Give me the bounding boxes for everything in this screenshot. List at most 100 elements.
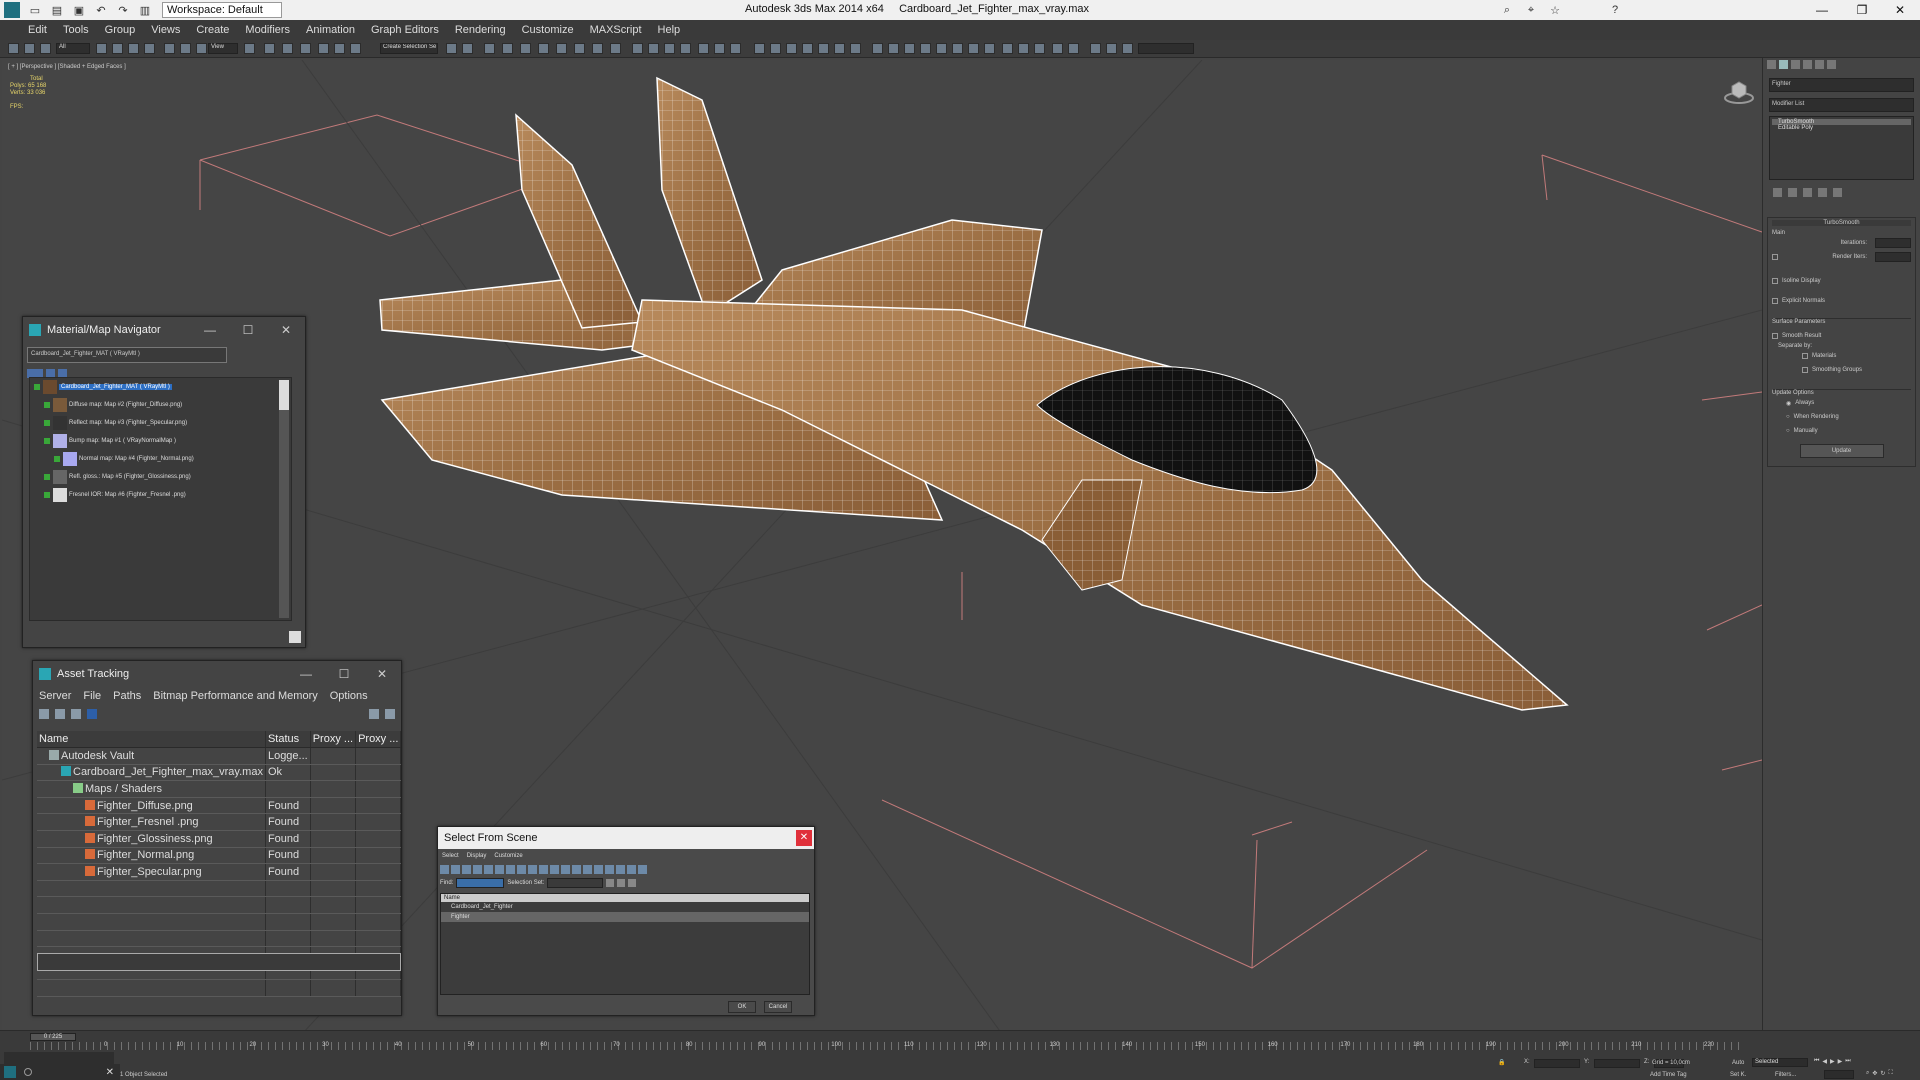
- named-selection-dropdown[interactable]: Create Selection Se: [380, 43, 438, 54]
- torus-primitive-icon[interactable]: [802, 43, 813, 54]
- align-icon[interactable]: [462, 43, 473, 54]
- iterations-spinner[interactable]: [1875, 238, 1911, 248]
- hierarchy-tab-icon[interactable]: [1791, 60, 1800, 69]
- filter-hidden-icon[interactable]: [561, 865, 570, 874]
- explicit-normals-checkbox[interactable]: [1772, 298, 1778, 304]
- bind-space-warp-icon[interactable]: [40, 43, 51, 54]
- table-row[interactable]: Fighter_Fresnel .png Found: [37, 813, 402, 832]
- menu-tools[interactable]: Tools: [55, 24, 97, 36]
- previous-frame-icon[interactable]: ◀: [1822, 1058, 1827, 1065]
- vray-toolbar-icon-4[interactable]: [680, 43, 691, 54]
- menu-options[interactable]: Options: [324, 690, 374, 702]
- list-item[interactable]: Fighter: [441, 912, 809, 922]
- app-icon[interactable]: [4, 2, 20, 18]
- menu-maxscript[interactable]: MAXScript: [582, 24, 650, 36]
- cylinder-primitive-icon[interactable]: [786, 43, 797, 54]
- table-row[interactable]: Fighter_Normal.png Found: [37, 847, 402, 865]
- column-proxy-status[interactable]: Proxy ...: [355, 731, 402, 749]
- angle-snap-icon[interactable]: [318, 43, 329, 54]
- filters-button[interactable]: Filters...: [1775, 1072, 1796, 1078]
- pan-icon[interactable]: ✥: [1872, 1070, 1877, 1077]
- modifier-list-dropdown[interactable]: Modifier List: [1769, 98, 1914, 112]
- selection-set-tool-icon-2[interactable]: [617, 879, 626, 887]
- material-navigator-titlebar[interactable]: Material/Map Navigator — ☐ ✕: [23, 317, 305, 343]
- rectangular-selection-icon[interactable]: [128, 43, 139, 54]
- y-coordinate-field[interactable]: [1594, 1059, 1640, 1068]
- smoothing-groups-checkbox[interactable]: [1802, 367, 1808, 373]
- star-icon[interactable]: ☆: [1546, 2, 1564, 18]
- menu-create[interactable]: Create: [188, 24, 237, 36]
- close-button[interactable]: ✕: [1880, 0, 1920, 20]
- isoline-checkbox[interactable]: [1772, 278, 1778, 284]
- keyboard-shortcut-icon[interactable]: [282, 43, 293, 54]
- minimize-button[interactable]: —: [287, 667, 325, 681]
- materials-checkbox[interactable]: [1802, 353, 1808, 359]
- select-by-name-icon[interactable]: [112, 43, 123, 54]
- modifier-tool-icon-7[interactable]: [968, 43, 979, 54]
- key-filter-dropdown[interactable]: Selected: [1752, 1058, 1808, 1067]
- show-map-checkbox[interactable]: [54, 456, 60, 462]
- motion-tab-icon[interactable]: [1803, 60, 1812, 69]
- select-from-scene-titlebar[interactable]: Select From Scene ✕: [438, 827, 814, 849]
- project-folder-icon[interactable]: ▥: [136, 2, 154, 18]
- rollout-title[interactable]: TurboSmooth: [1772, 220, 1911, 226]
- play-icon[interactable]: ▶: [1830, 1058, 1835, 1065]
- menu-server[interactable]: Server: [33, 690, 77, 702]
- taskbar-close-icon[interactable]: ✕: [106, 1067, 114, 1078]
- menu-animation[interactable]: Animation: [298, 24, 363, 36]
- display-tab-icon[interactable]: [1815, 60, 1824, 69]
- menu-select[interactable]: Select: [438, 853, 463, 859]
- modifier-tool-icon-5[interactable]: [936, 43, 947, 54]
- extra-tool-icon-1[interactable]: [1090, 43, 1101, 54]
- column-name[interactable]: Name: [37, 731, 266, 749]
- show-map-checkbox[interactable]: [44, 420, 50, 426]
- menu-help[interactable]: Help: [650, 24, 689, 36]
- find-input[interactable]: [456, 878, 505, 888]
- modifier-tool-icon-2[interactable]: [888, 43, 899, 54]
- next-frame-icon[interactable]: ▶: [1838, 1058, 1843, 1065]
- taskbar-circle-icon[interactable]: [24, 1068, 32, 1076]
- cone-primitive-icon[interactable]: [818, 43, 829, 54]
- layer-manager-icon[interactable]: [484, 43, 495, 54]
- help-icon[interactable]: [369, 709, 379, 719]
- lock-selection-icon[interactable]: 🔒: [1498, 1059, 1505, 1066]
- show-map-checkbox[interactable]: [44, 474, 50, 480]
- configure-sets-icon[interactable]: [1833, 188, 1842, 197]
- settings-icon[interactable]: [385, 709, 395, 719]
- modifier-tool-icon-4[interactable]: [920, 43, 931, 54]
- filter-helpers-icon[interactable]: [484, 865, 493, 874]
- maximize-button[interactable]: ☐: [325, 667, 363, 681]
- object-name-field[interactable]: Fighter: [1769, 78, 1914, 92]
- orbit-icon[interactable]: ↻: [1880, 1070, 1885, 1077]
- tree-item[interactable]: Fresnel IOR: Map #6 (Fighter_Fresnel .pn…: [30, 486, 291, 504]
- filter-geometry-icon[interactable]: [440, 865, 449, 874]
- tree-item[interactable]: Cardboard_Jet_Fighter_MAT ( VRayMtl ): [30, 378, 291, 396]
- zoom-icon[interactable]: ⌕: [1866, 1070, 1869, 1077]
- when-rendering-radio[interactable]: ○: [1786, 414, 1790, 420]
- vray-toolbar-icon-1[interactable]: [632, 43, 643, 54]
- redo-icon[interactable]: ↷: [114, 2, 132, 18]
- render-iters-spinner[interactable]: [1875, 252, 1911, 262]
- scene-tool-icon-2[interactable]: [1018, 43, 1029, 54]
- spinner-snap-icon[interactable]: [350, 43, 361, 54]
- update-button[interactable]: Update: [1799, 444, 1884, 458]
- unlink-icon[interactable]: [24, 43, 35, 54]
- tree-item[interactable]: Refl. gloss.: Map #5 (Fighter_Glossiness…: [30, 468, 291, 486]
- select-object-icon[interactable]: [96, 43, 107, 54]
- viewcube-icon[interactable]: [1724, 80, 1754, 104]
- filter-shapes-icon[interactable]: [451, 865, 460, 874]
- menu-rendering[interactable]: Rendering: [447, 24, 514, 36]
- menu-display[interactable]: Display: [463, 853, 491, 859]
- menu-graph-editors[interactable]: Graph Editors: [363, 24, 447, 36]
- table-row[interactable]: Fighter_Glossiness.png Found: [37, 830, 402, 848]
- snaps-toggle-icon[interactable]: [300, 43, 311, 54]
- scale-icon[interactable]: [196, 43, 207, 54]
- sort-icon[interactable]: [605, 865, 614, 874]
- modifier-tool-icon-1[interactable]: [872, 43, 883, 54]
- minimize-button[interactable]: —: [191, 323, 229, 337]
- show-map-checkbox[interactable]: [44, 438, 50, 444]
- show-map-checkbox[interactable]: [44, 402, 50, 408]
- render-setup-icon[interactable]: [574, 43, 585, 54]
- rotate-icon[interactable]: [180, 43, 191, 54]
- refresh-icon[interactable]: [39, 709, 49, 719]
